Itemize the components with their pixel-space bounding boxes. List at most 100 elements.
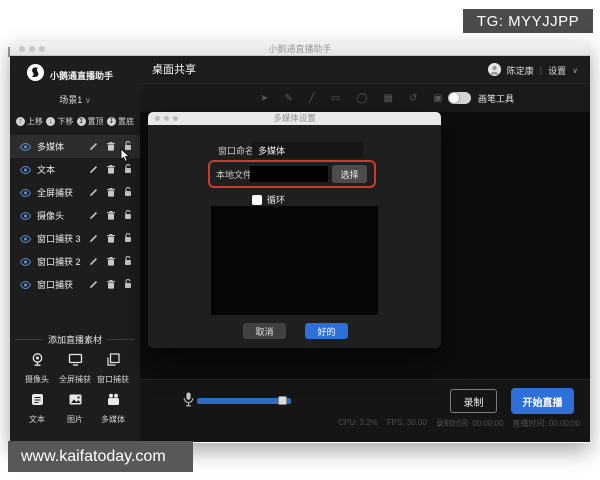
dialog-traffic-lights[interactable]: [155, 116, 178, 121]
add-material-grid: 摄像头 全屏捕获 窗口捕获文本 图片 多媒体: [18, 349, 132, 425]
source-item-5[interactable]: 窗口捕获 2: [10, 250, 140, 273]
visibility-eye-icon[interactable]: [19, 253, 32, 271]
delete-trash-icon[interactable]: [107, 138, 115, 156]
visibility-eye-icon[interactable]: [19, 184, 32, 202]
delete-trash-icon[interactable]: [107, 276, 115, 294]
volume-slider[interactable]: [197, 398, 291, 404]
delete-trash-icon[interactable]: [107, 230, 115, 248]
add-webcam-button[interactable]: 摄像头: [18, 349, 56, 385]
dialog-close-button[interactable]: [155, 116, 160, 121]
page: TG: MYYJJPP 小鹅通直播助手 小鹅通直播助手 场景1 ∨ ↑ 上移 ↓…: [0, 0, 600, 480]
lock-icon[interactable]: [124, 230, 132, 248]
source-item-4[interactable]: 窗口捕获 3: [10, 227, 140, 250]
rect-icon[interactable]: ▭: [331, 93, 340, 104]
visibility-eye-icon[interactable]: [19, 207, 32, 225]
pencil-icon[interactable]: ✎: [284, 93, 292, 104]
brush-toggle-wrap: 画笔工具: [448, 84, 514, 112]
grid-icon[interactable]: ▦: [383, 93, 392, 104]
move-down-button[interactable]: ↓ 下移: [46, 116, 73, 127]
move-up-icon: ↑: [16, 117, 25, 126]
source-label: 窗口捕获: [37, 280, 74, 290]
loop-option: 循环: [252, 193, 285, 206]
send-to-bottom-button[interactable]: ↧ 置底: [106, 116, 134, 127]
action-label: 上移: [27, 117, 43, 126]
ok-button[interactable]: 好的: [305, 323, 348, 339]
visibility-eye-icon[interactable]: [19, 161, 32, 179]
dialog-title: 多媒体设置: [273, 113, 316, 123]
visibility-eye-icon[interactable]: [19, 276, 32, 294]
clear-icon[interactable]: ▣: [433, 93, 442, 104]
brush-tool-toggle[interactable]: [448, 92, 471, 104]
zoom-window-button[interactable]: [39, 46, 45, 52]
action-label: 置底: [117, 117, 134, 126]
dialog-zoom-button[interactable]: [173, 116, 178, 121]
lock-icon[interactable]: [124, 276, 132, 294]
add-item-label: 文本: [29, 415, 45, 424]
close-window-button[interactable]: [19, 46, 25, 52]
loop-checkbox[interactable]: [252, 194, 262, 205]
window-name-input[interactable]: [252, 142, 363, 158]
dialog-minimize-button[interactable]: [164, 116, 169, 121]
visibility-eye-icon[interactable]: [19, 138, 32, 156]
app-logo-icon: [27, 64, 44, 86]
user-name: 陈定康: [506, 65, 534, 76]
add-image-button[interactable]: 图片: [56, 389, 94, 425]
divider: |: [539, 65, 543, 75]
chevron-down-icon: ∨: [84, 96, 91, 105]
minimize-window-button[interactable]: [29, 46, 35, 52]
media-icon: [106, 392, 121, 412]
delete-trash-icon[interactable]: [107, 253, 115, 271]
add-text-button[interactable]: 文本: [18, 389, 56, 425]
line-icon[interactable]: ╱: [309, 93, 315, 104]
cancel-button[interactable]: 取消: [243, 323, 286, 339]
add-window-capture-button[interactable]: 窗口捕获: [94, 349, 132, 385]
local-file-label: 本地文件: [216, 170, 253, 180]
edit-pencil-icon[interactable]: [89, 207, 98, 225]
edit-pencil-icon[interactable]: [89, 253, 98, 271]
image-icon: [68, 392, 83, 412]
lock-icon[interactable]: [124, 184, 132, 202]
lock-icon[interactable]: [124, 207, 132, 225]
local-file-input[interactable]: [250, 166, 328, 182]
edit-pencil-icon[interactable]: [89, 161, 98, 179]
add-fullscreen-capture-button[interactable]: 全屏捕获: [56, 349, 94, 385]
scene-selector[interactable]: 场景1 ∨: [10, 93, 140, 106]
avatar[interactable]: [487, 62, 501, 78]
source-item-6[interactable]: 窗口捕获: [10, 273, 140, 296]
record-button[interactable]: 录制: [450, 389, 497, 413]
settings-menu[interactable]: 设置: [548, 64, 566, 77]
delete-trash-icon[interactable]: [107, 184, 115, 202]
edit-pencil-icon[interactable]: [89, 184, 98, 202]
user-box: 陈定康 | 设置 ∨: [487, 56, 578, 84]
fps-stat: FPS: 30.00: [386, 418, 427, 427]
cursor-icon[interactable]: ➤: [260, 93, 268, 104]
bring-to-top-icon: ↥: [76, 117, 86, 126]
source-label: 文本: [37, 165, 56, 175]
delete-trash-icon[interactable]: [107, 161, 115, 179]
start-live-button[interactable]: 开始直播: [511, 388, 574, 414]
bring-to-top-button[interactable]: ↥ 置顶: [76, 116, 104, 127]
lock-icon[interactable]: [124, 253, 132, 271]
visibility-eye-icon[interactable]: [19, 230, 32, 248]
move-up-button[interactable]: ↑ 上移: [16, 116, 43, 127]
add-media-button[interactable]: 多媒体: [94, 389, 132, 425]
undo-icon[interactable]: ↺: [409, 93, 417, 104]
source-label: 摄像头: [37, 211, 65, 221]
brush-toolbar: ➤ ✎ ╱ ▭ ◯ ▦ ↺ ▣ 画笔工具: [140, 84, 590, 112]
add-item-label: 图片: [67, 415, 83, 424]
ellipse-icon[interactable]: ◯: [356, 93, 367, 104]
scene-label: 场景1: [59, 95, 83, 105]
source-item-2[interactable]: 全屏捕获: [10, 181, 140, 204]
choose-file-button[interactable]: 选择: [332, 165, 367, 183]
microphone-icon[interactable]: [183, 392, 194, 412]
add-item-label: 多媒体: [101, 415, 125, 424]
delete-trash-icon[interactable]: [107, 207, 115, 225]
edit-pencil-icon[interactable]: [89, 276, 98, 294]
source-label: 多媒体: [37, 142, 65, 152]
tg-contact-badge: TG: MYYJJPP: [463, 9, 593, 33]
traffic-light-buttons[interactable]: [19, 46, 45, 52]
volume-slider-handle[interactable]: [278, 396, 287, 405]
edit-pencil-icon[interactable]: [89, 138, 98, 156]
source-item-3[interactable]: 摄像头: [10, 204, 140, 227]
edit-pencil-icon[interactable]: [89, 230, 98, 248]
